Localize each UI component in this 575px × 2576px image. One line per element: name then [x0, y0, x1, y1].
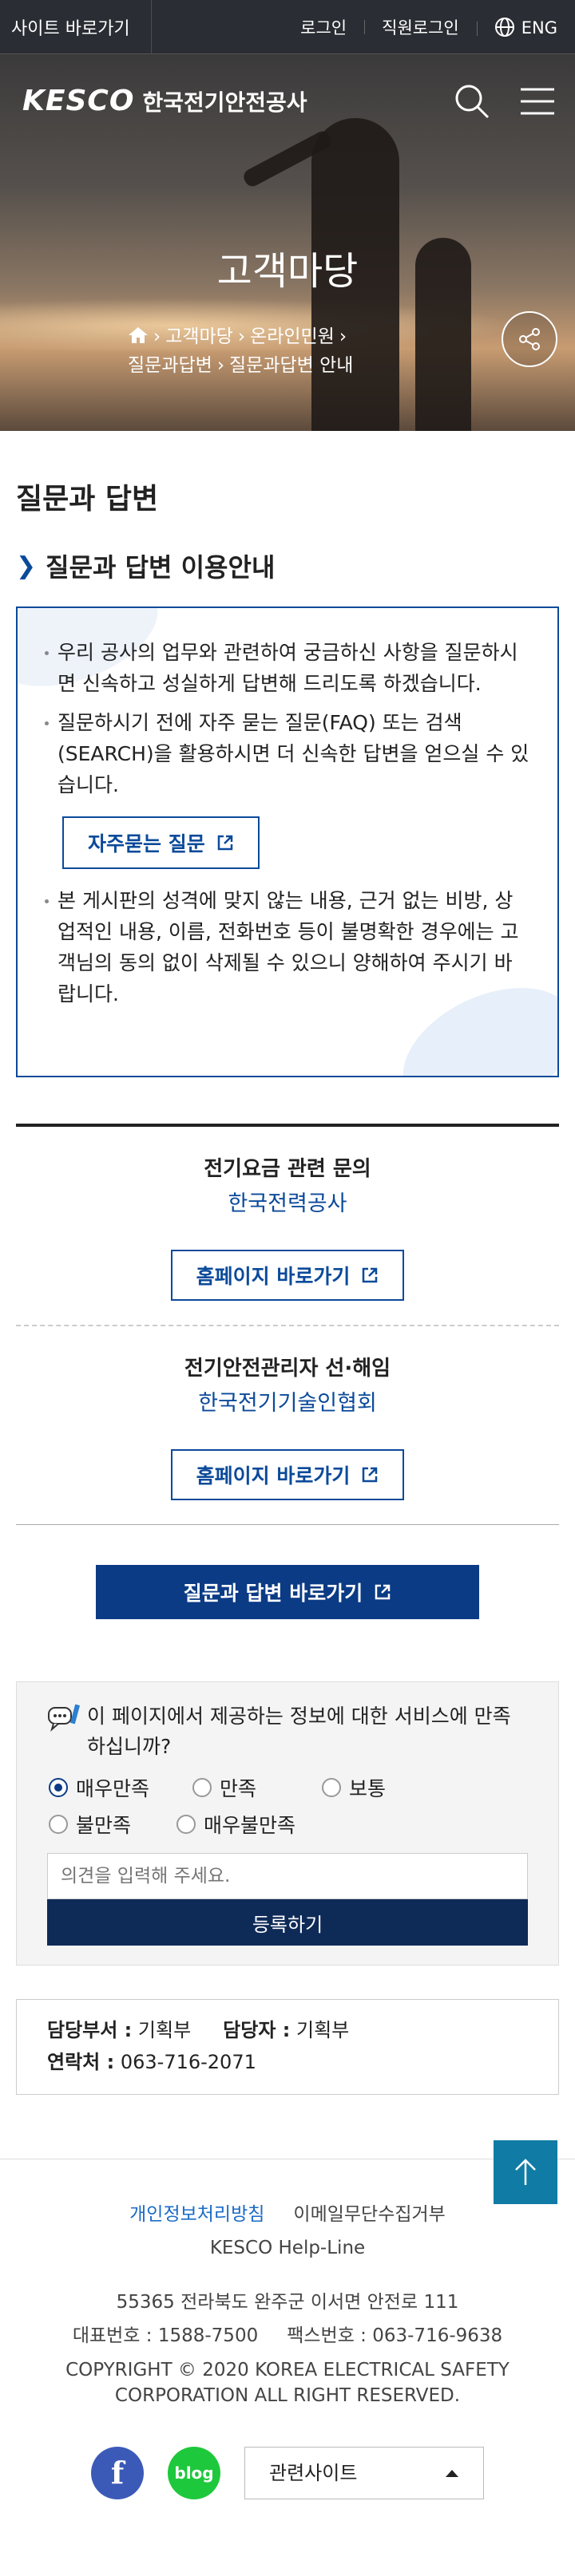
survey-chat-icon [48, 1704, 81, 1732]
copyright: COPYRIGHT © 2020 KOREA ELECTRICAL SAFETY… [65, 2360, 510, 2406]
tel-value: 1588-7500 [157, 2325, 259, 2346]
radio-label: 만족 [220, 1777, 257, 1800]
breadcrumb-item[interactable]: 질문과답변 [128, 355, 212, 376]
related-sites-select[interactable]: 관련사이트 [244, 2447, 484, 2499]
related-sites-label: 관련사이트 [269, 2462, 358, 2484]
hero-banner: KESCO 한국전기안전공사 고객마당 › 고객마당 › 온라인민원 › 질문과답변 › 질문… [0, 54, 575, 431]
blog-icon-label: blog [174, 2463, 214, 2483]
homepage-button-label: 홈페이지 바로가기 [196, 1265, 351, 1288]
radio-label: 불만족 [76, 1814, 132, 1837]
top-bar: 사이트 바로가기 로그인 직원로그인 ENG [0, 0, 575, 54]
satisfaction-survey: 이 페이지에서 제공하는 정보에 대한 서비스에 만족하십니까? 매우만족 만족… [16, 1681, 559, 1966]
external-link-icon [217, 835, 232, 851]
submit-label: 등록하기 [252, 1913, 323, 1936]
related-org-name: 한국전기기술인협회 [198, 1391, 377, 1416]
radio-very-satisfied[interactable]: 매우만족 [49, 1772, 192, 1804]
phone-value: 063-716-2071 [120, 2051, 256, 2073]
radio-circle [49, 1778, 68, 1797]
external-link-icon [375, 1584, 391, 1600]
person-label: 담당자 : [223, 2019, 291, 2041]
phone-label: 연락처 : [47, 2051, 115, 2073]
hero-title: 고객마당 [216, 249, 359, 294]
qna-go-label: 질문과 답변 바로가기 [183, 1582, 363, 1605]
survey-options: 매우만족 만족 보통 불만족 매우불만족 [49, 1772, 528, 1840]
share-button[interactable] [502, 311, 557, 367]
chevron-right-icon: ❯ [16, 551, 37, 580]
related-orgs: 전기요금 관련 문의 한국전력공사 홈페이지 바로가기 전기안전관리자 선·해임… [16, 1124, 559, 1525]
survey-question: 이 페이지에서 제공하는 정보에 대한 서비스에 만족하십니까? [87, 1705, 511, 1758]
related-org-item: 전기요금 관련 문의 한국전력공사 홈페이지 바로가기 [16, 1127, 559, 1325]
radio-label: 매우만족 [76, 1777, 150, 1800]
footer-address: 55365 전라북도 완주군 이서면 안전로 111 [116, 2292, 459, 2313]
staff-login-link[interactable]: 직원로그인 [364, 15, 477, 39]
arrow-up-icon [515, 2159, 536, 2185]
related-question: 전기안전관리자 선·해임 [184, 1357, 391, 1381]
site-shortcut-label: 사이트 바로가기 [11, 18, 130, 39]
homepage-button-label: 홈페이지 바로가기 [196, 1464, 351, 1488]
guide-item: 본 게시판의 성격에 맞지 않는 내용, 근거 없는 비방, 상업적인 내용, … [45, 885, 530, 1009]
qna-go-button[interactable]: 질문과 답변 바로가기 [96, 1565, 479, 1619]
radio-label: 매우불만족 [204, 1814, 296, 1837]
radio-label: 보통 [349, 1777, 387, 1800]
guide-heading-text: 질문과 답변 이용안내 [46, 552, 276, 583]
facebook-icon[interactable]: f [91, 2447, 144, 2499]
breadcrumb-current: 질문과답변 안내 [229, 355, 354, 376]
tel-label: 대표번호 : [72, 2325, 153, 2346]
guide-item: 질문하시기 전에 자주 묻는 질문(FAQ) 또는 검색(SEARCH)을 활용… [45, 707, 530, 800]
caret-up-icon [446, 2470, 458, 2477]
related-org-name: 한국전력공사 [228, 1191, 347, 1216]
share-icon [519, 328, 540, 350]
faq-button[interactable]: 자주묻는 질문 [62, 816, 260, 869]
guide-heading: ❯ 질문과 답변 이용안내 [0, 517, 575, 584]
faq-button-label: 자주묻는 질문 [88, 832, 205, 855]
guide-item: 우리 공사의 업무와 관련하여 궁금하신 사항을 질문하시면 신속하고 성실하게… [45, 637, 530, 699]
submit-button[interactable]: 등록하기 [47, 1899, 528, 1946]
guide-list: 우리 공사의 업무와 관련하여 궁금하신 사항을 질문하시면 신속하고 성실하게… [45, 637, 530, 800]
privacy-policy-link[interactable]: 개인정보처리방침 [129, 2198, 264, 2231]
radio-neutral[interactable]: 보통 [322, 1772, 450, 1804]
person-value: 기획부 [296, 2019, 350, 2041]
search-icon[interactable] [454, 83, 490, 120]
radio-circle [49, 1815, 68, 1834]
fax-label: 팩스번호 : [287, 2325, 367, 2346]
menu-icon[interactable] [519, 83, 556, 120]
globe-icon [494, 17, 514, 37]
dept-label: 담당부서 : [47, 2019, 133, 2041]
dept-value: 기획부 [137, 2019, 192, 2041]
radio-very-dissatisfied[interactable]: 매우불만족 [176, 1808, 352, 1840]
external-link-icon [363, 1267, 378, 1283]
homepage-button[interactable]: 홈페이지 바로가기 [170, 1250, 405, 1301]
radio-circle [192, 1778, 212, 1797]
email-policy-link[interactable]: 이메일무단수집거부 [293, 2198, 445, 2231]
blog-icon[interactable]: blog [168, 2447, 220, 2499]
contact-info: 담당부서 : 기획부 담당자 : 기획부 연락처 : 063-716-2071 [16, 1999, 559, 2095]
breadcrumb-item[interactable]: 고객마당 [165, 326, 233, 347]
radio-circle [322, 1778, 341, 1797]
guide-box: 우리 공사의 업무와 관련하여 궁금하신 사항을 질문하시면 신속하고 성실하게… [16, 606, 559, 1077]
helpline-link[interactable]: KESCO Help-Line [0, 2231, 575, 2265]
radio-dissatisfied[interactable]: 불만족 [49, 1808, 176, 1840]
opinion-input[interactable] [47, 1853, 528, 1899]
logo-ko: 한국전기안전공사 [142, 89, 307, 116]
related-org-item: 전기안전관리자 선·해임 한국전기기술인협회 홈페이지 바로가기 [16, 1325, 559, 1524]
breadcrumb: › 고객마당 › 온라인민원 › 질문과답변 › 질문과답변 안내 [128, 326, 354, 376]
page-title: 질문과 답변 [16, 483, 159, 516]
language-link[interactable]: ENG [476, 17, 575, 38]
language-label: ENG [521, 18, 557, 38]
related-question: 전기요금 관련 문의 [204, 1157, 371, 1181]
site-shortcut-button[interactable]: 사이트 바로가기 [0, 0, 152, 54]
breadcrumb-item[interactable]: 온라인민원 [250, 326, 335, 347]
radio-satisfied[interactable]: 만족 [192, 1772, 322, 1804]
logo-en: KESCO [22, 85, 135, 117]
external-link-icon [363, 1467, 378, 1483]
fax-value: 063-716-9638 [372, 2325, 503, 2346]
radio-circle [176, 1815, 196, 1834]
home-icon[interactable] [128, 326, 149, 344]
kesco-logo[interactable]: KESCO 한국전기안전공사 [22, 85, 307, 117]
scroll-top-button[interactable] [494, 2140, 557, 2204]
login-link[interactable]: 로그인 [283, 15, 364, 39]
homepage-button[interactable]: 홈페이지 바로가기 [170, 1449, 405, 1500]
footer: 개인정보처리방침 이메일무단수집거부 KESCO Help-Line 55365… [0, 2159, 575, 2523]
